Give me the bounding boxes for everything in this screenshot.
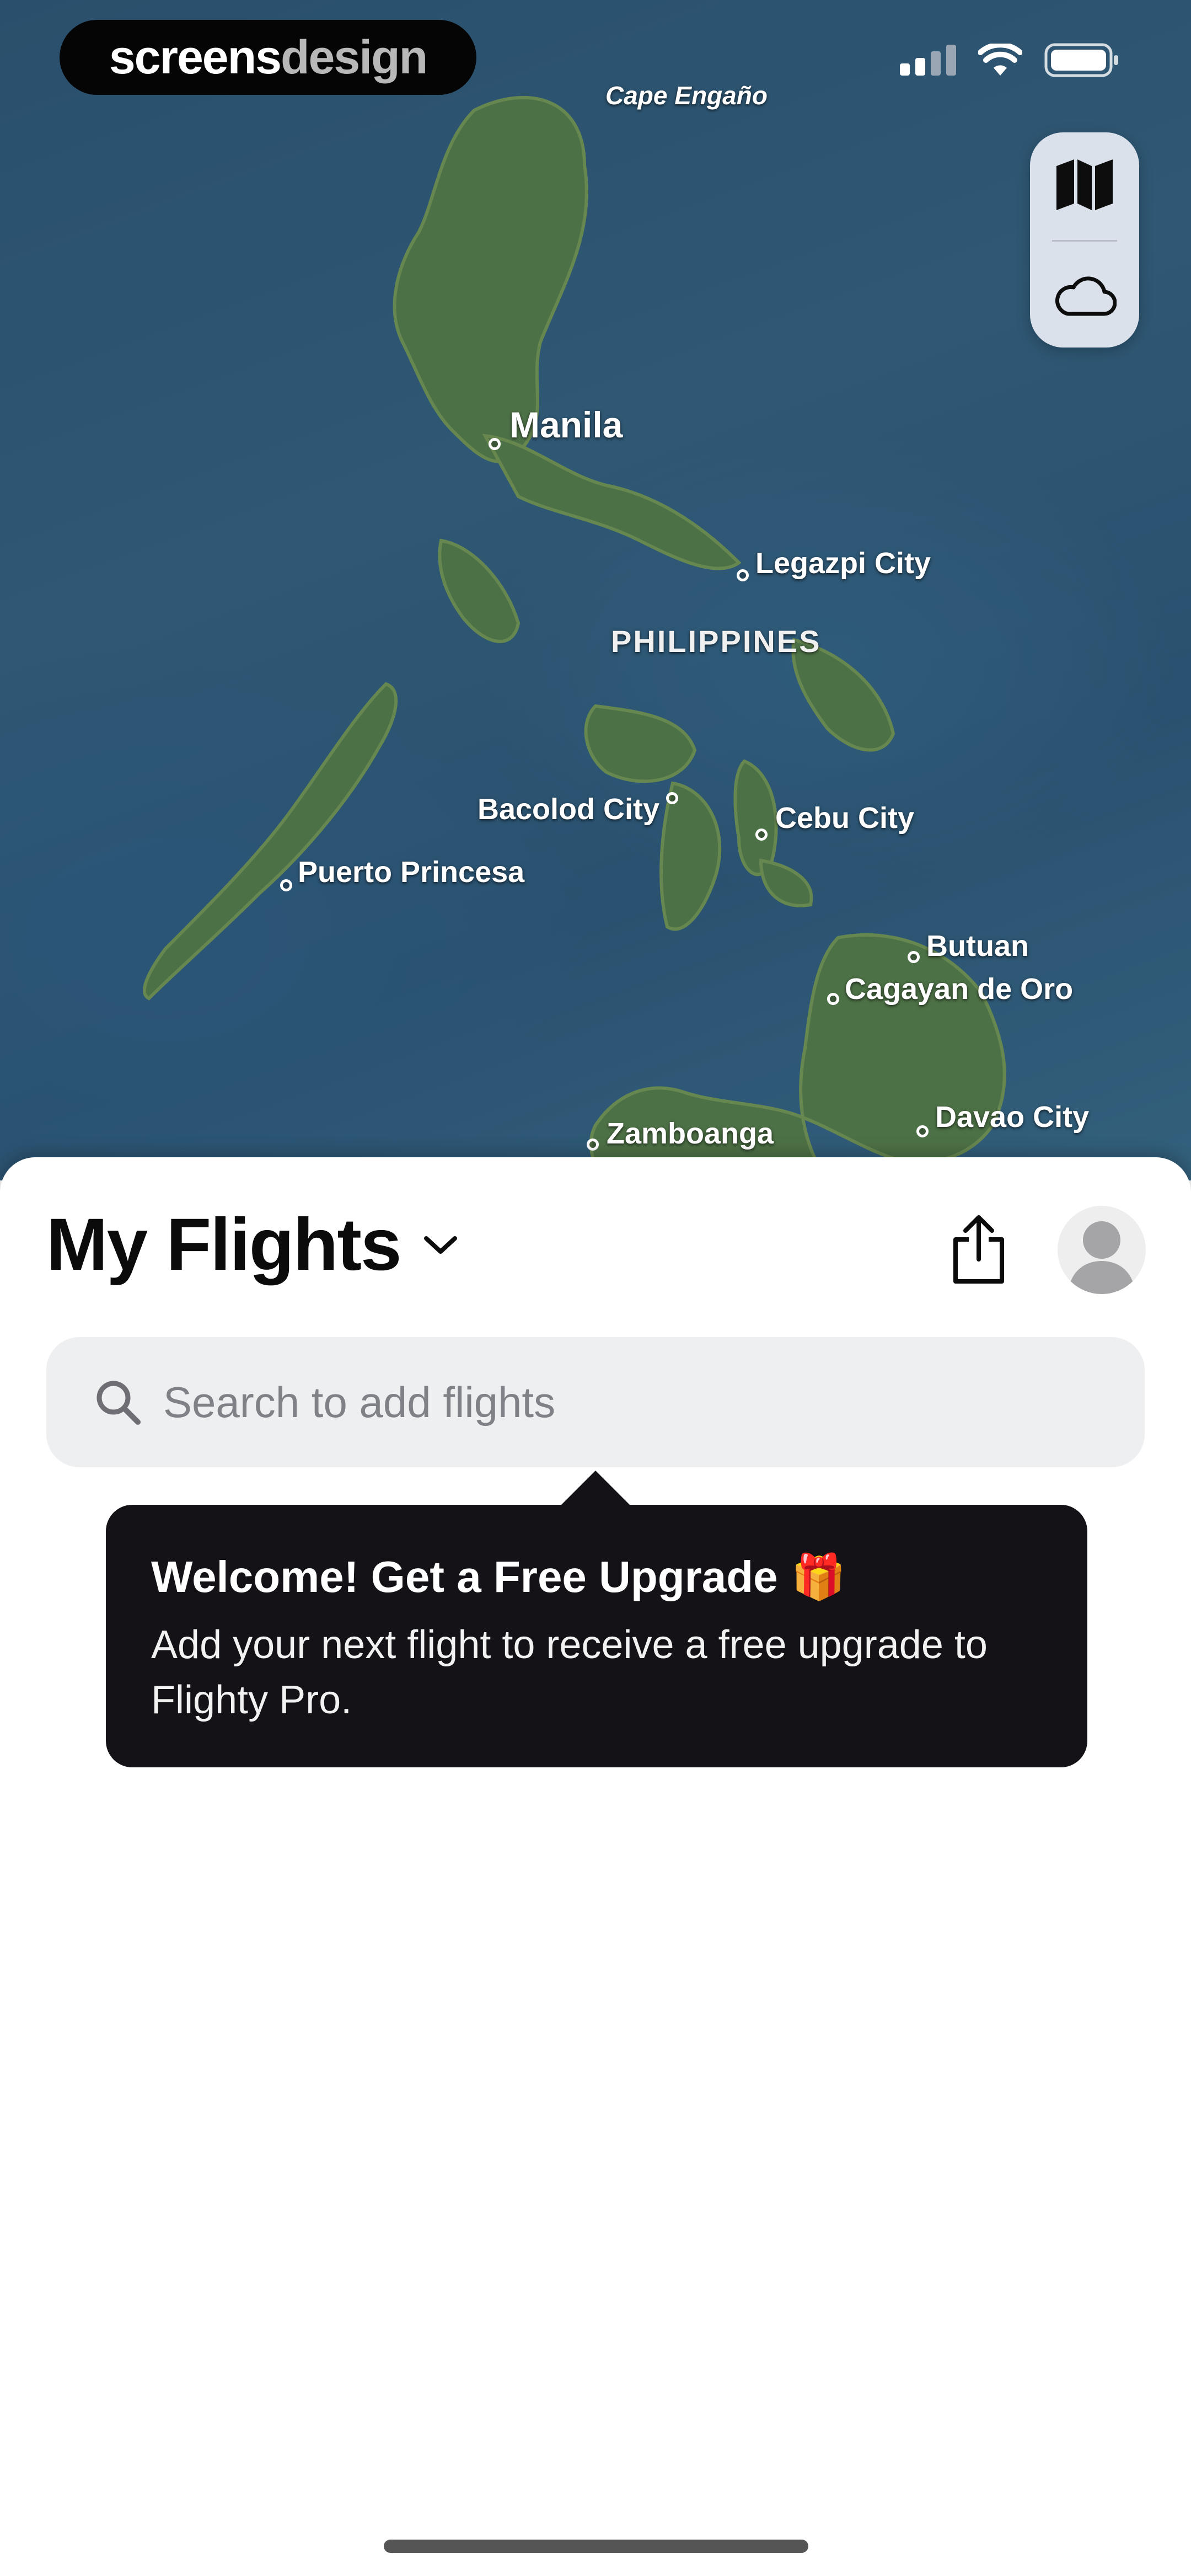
map-label-legazpi[interactable]: Legazpi City (755, 546, 931, 580)
cellular-signal-icon (900, 45, 956, 76)
map-pin-davao[interactable] (916, 1125, 929, 1137)
map-label-country: PHILIPPINES (611, 624, 822, 659)
map-pin-butuan[interactable] (908, 951, 920, 963)
map-label-puerto-princesa[interactable]: Puerto Princesa (298, 855, 524, 889)
share-icon (953, 1215, 1004, 1284)
search-icon (93, 1377, 143, 1428)
logo-text-part1: screens (109, 30, 282, 84)
search-placeholder: Search to add flights (163, 1377, 556, 1426)
battery-icon (1044, 43, 1118, 77)
map-label-davao[interactable]: Davao City (935, 1100, 1089, 1134)
map-pin-puerto-princesa[interactable] (280, 879, 292, 891)
home-indicator[interactable] (384, 2540, 808, 2553)
map-pin-legazpi[interactable] (737, 569, 749, 581)
map-label-cebu[interactable]: Cebu City (775, 801, 914, 835)
map-pin-bacolod[interactable] (666, 792, 678, 804)
screensdesign-logo: screens design (60, 20, 476, 95)
logo-text-part2: design (281, 30, 428, 84)
weather-layer-button[interactable] (1030, 243, 1139, 348)
map-label-manila[interactable]: Manila (509, 404, 623, 446)
map-pin-cagayan[interactable] (827, 993, 839, 1005)
map-label-bacolod[interactable]: Bacolod City (478, 792, 659, 826)
cloud-icon (1055, 276, 1117, 316)
map-view[interactable]: Cape Engaño Manila Legazpi City PHILIPPI… (0, 0, 1191, 1180)
map-controls (1030, 132, 1139, 348)
share-button[interactable] (946, 1211, 1011, 1289)
map-label-butuan[interactable]: Butuan (926, 929, 1029, 963)
map-icon (1056, 159, 1113, 210)
search-input[interactable]: Search to add flights (46, 1337, 1145, 1467)
flights-header[interactable]: My Flights (46, 1203, 458, 1287)
map-pin-cebu[interactable] (755, 829, 768, 841)
tooltip-body: Add your next flight to receive a free u… (151, 1623, 988, 1722)
map-label-cagayan[interactable]: Cagayan de Oro (845, 972, 1073, 1006)
controls-divider (1052, 240, 1117, 242)
welcome-tooltip[interactable]: Welcome! Get a Free Upgrade 🎁 Add your n… (106, 1471, 1087, 1767)
wifi-icon (978, 44, 1022, 76)
map-style-button[interactable] (1030, 132, 1139, 237)
map-label-zamboanga[interactable]: Zamboanga (607, 1116, 774, 1151)
chevron-down-icon[interactable] (423, 1234, 458, 1256)
map-pin-manila[interactable] (489, 438, 501, 450)
tooltip-heading-text: Welcome! Get a Free Upgrade (151, 1552, 778, 1601)
page-title[interactable]: My Flights (46, 1203, 402, 1287)
tooltip-arrow (559, 1471, 632, 1507)
gift-icon: 🎁 (791, 1552, 846, 1601)
avatar[interactable] (1058, 1206, 1146, 1294)
tooltip-heading: Welcome! Get a Free Upgrade 🎁 (151, 1551, 1042, 1603)
status-bar (900, 43, 1119, 77)
map-label-cape-engano[interactable]: Cape Engaño (605, 81, 768, 110)
person-icon (1067, 1221, 1136, 1294)
map-pin-zamboanga[interactable] (587, 1139, 599, 1151)
